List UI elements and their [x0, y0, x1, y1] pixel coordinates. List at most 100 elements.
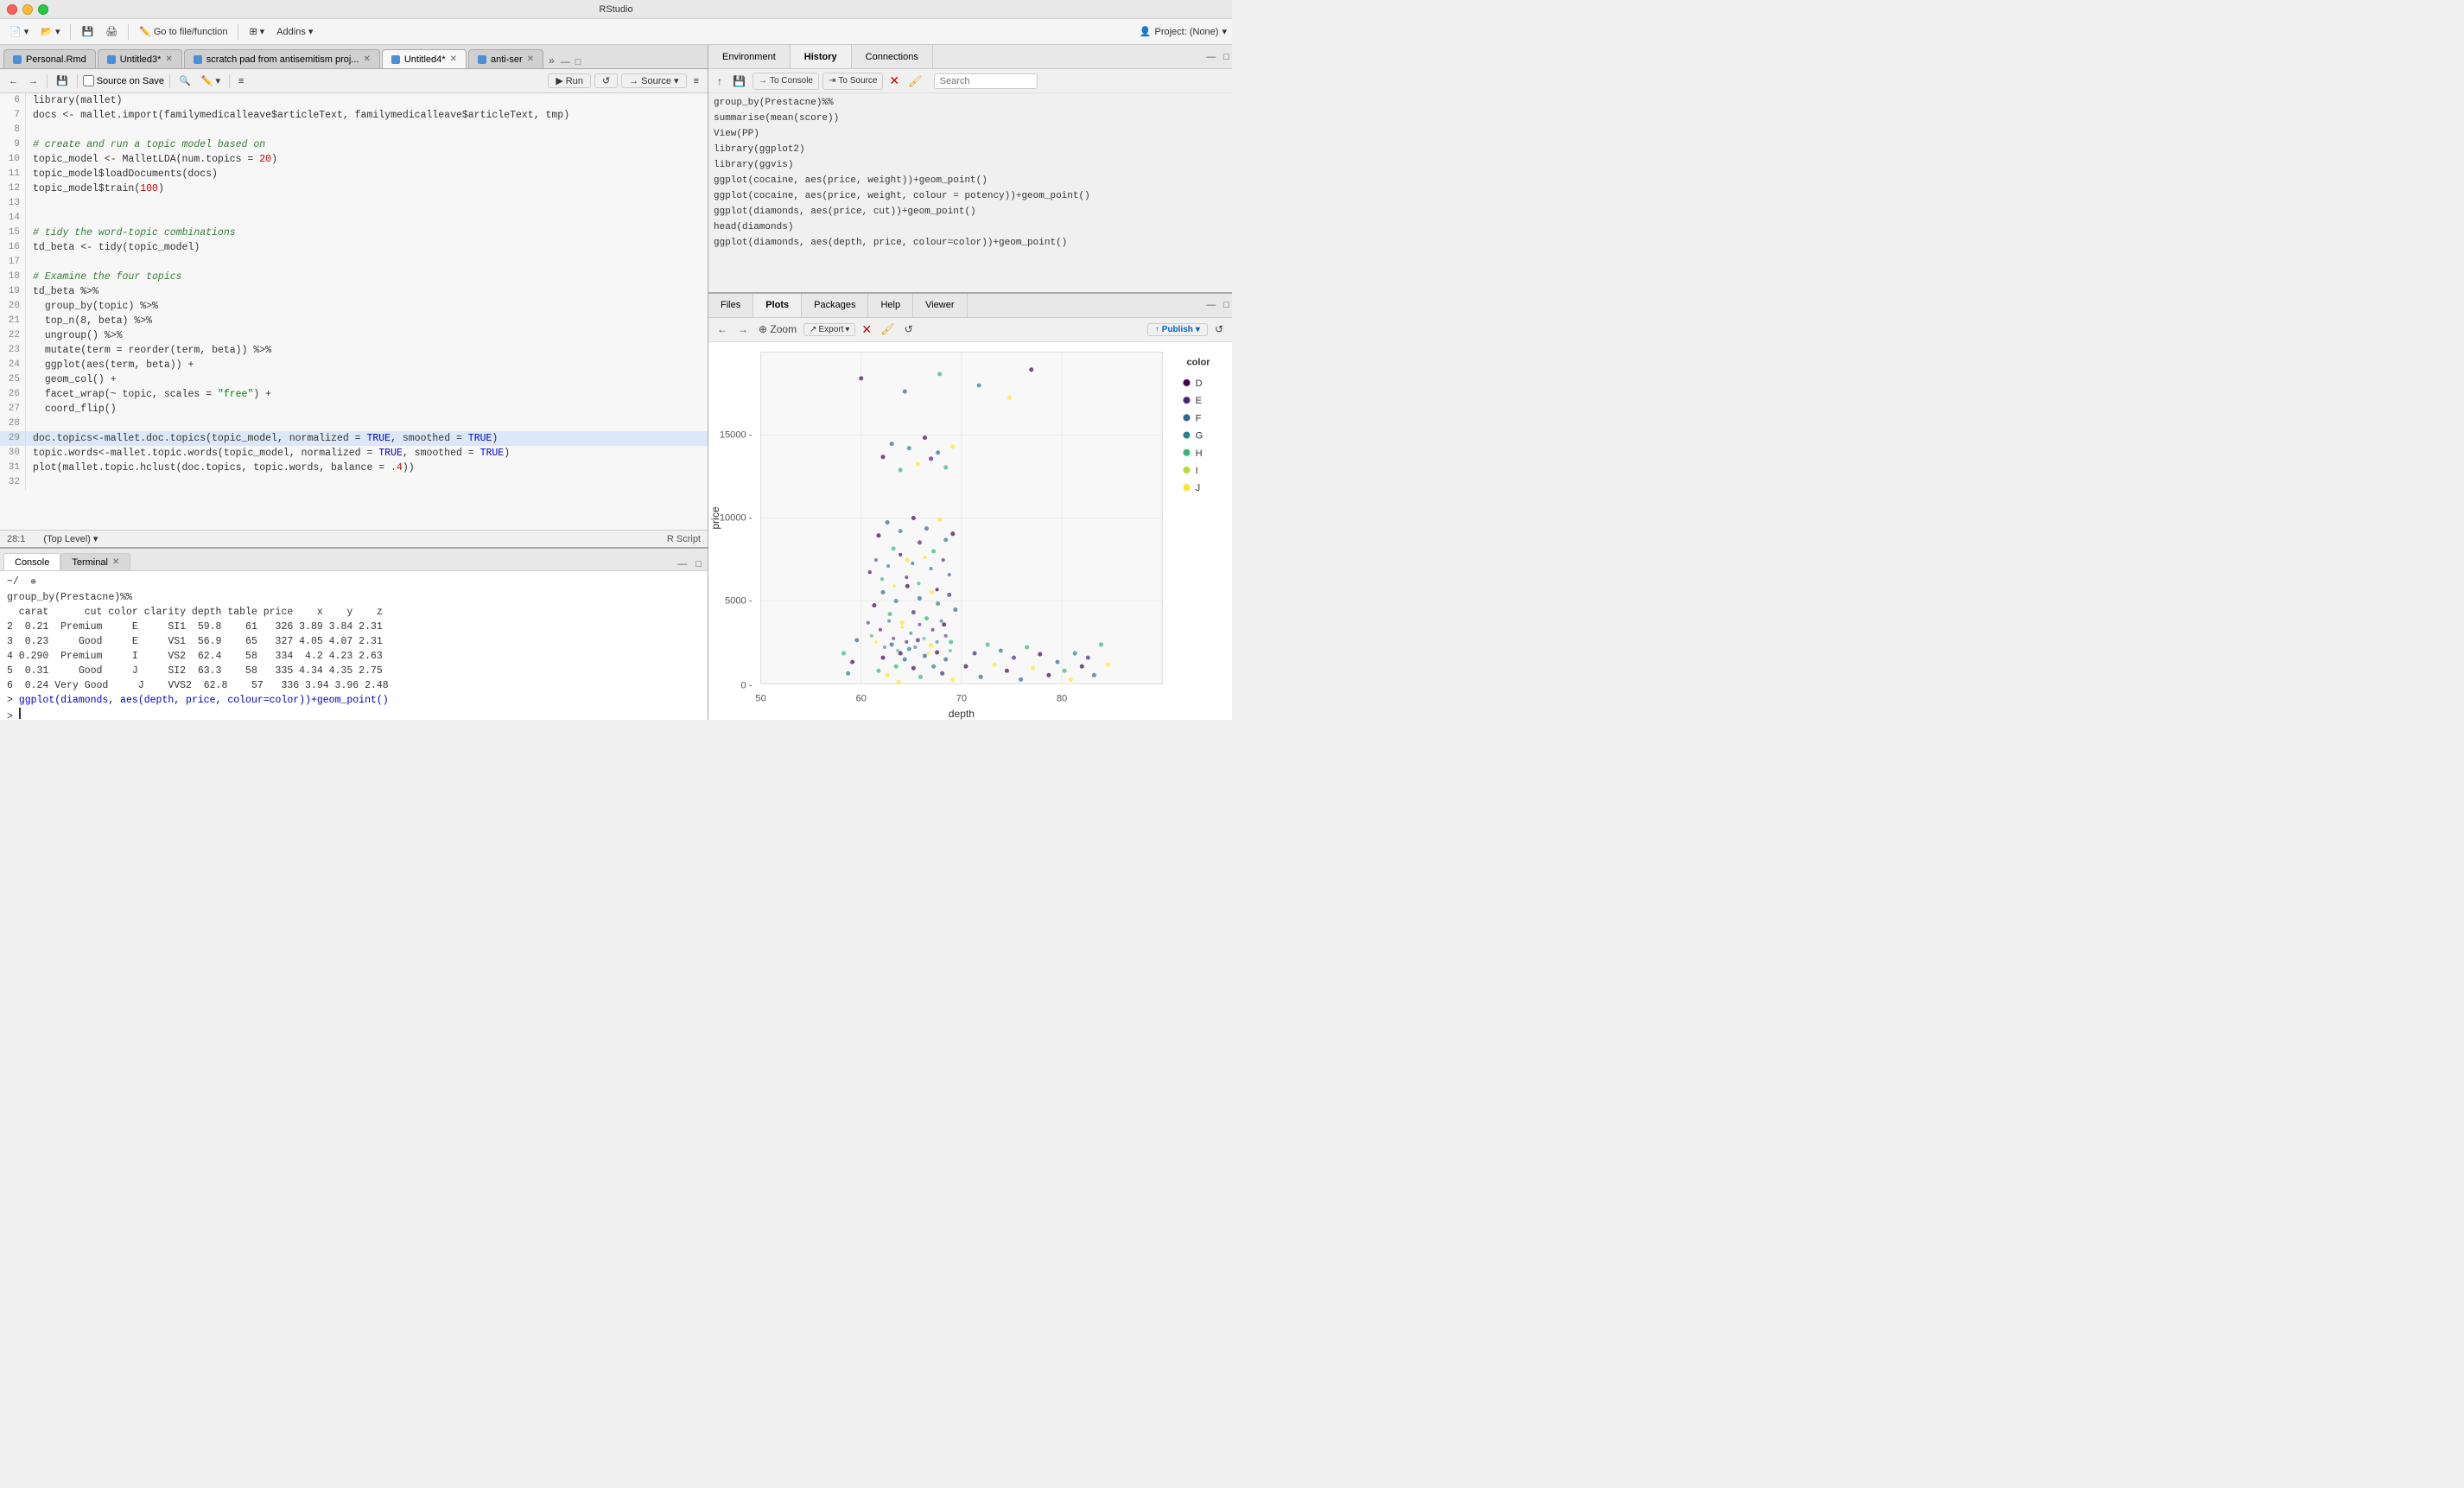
top-level-btn[interactable]: (Top Level) ▾ [39, 531, 102, 546]
tab-console[interactable]: Console [3, 553, 60, 570]
tab-overflow-btn[interactable]: » [545, 53, 558, 68]
maximize-env-btn[interactable]: □ [1221, 51, 1232, 63]
env-tab-label: Environment [722, 52, 776, 62]
zoom-btn[interactable]: ⊕ Zoom [755, 322, 800, 336]
close-window-btn[interactable] [7, 4, 17, 15]
close-anti[interactable]: ✕ [527, 54, 534, 64]
new-file-btn[interactable]: 📄 ▾ [5, 24, 33, 39]
clear-plot-btn[interactable]: ✕ [859, 322, 874, 337]
publish-btn[interactable]: ↑ Publish ▾ [1147, 323, 1208, 336]
cursor-position: 28:1 [7, 534, 25, 544]
window-controls[interactable] [7, 4, 48, 15]
console-data-2: 2 0.21 Premium E SI1 59.8 61 326 3.89 3.… [7, 620, 701, 634]
save-btn[interactable]: 💾 [77, 24, 98, 39]
plot-forward-btn[interactable]: → [734, 322, 752, 336]
tab-environment[interactable]: Environment [708, 45, 791, 68]
code-line-27: 27 coord_flip() [0, 402, 708, 417]
collapse-editor-btn[interactable]: — [558, 56, 573, 68]
export-btn[interactable]: ↗ Export ▾ [803, 323, 855, 336]
tab-history[interactable]: History [791, 45, 852, 68]
maximize-files-btn[interactable]: □ [1221, 299, 1232, 311]
tab-help[interactable]: Help [868, 294, 913, 317]
expand-editor-btn[interactable]: □ [573, 56, 584, 68]
forward-btn[interactable]: → [25, 75, 41, 87]
console-data-5: 5 0.31 Good J SI2 63.3 58 335 4.34 4.35 … [7, 664, 701, 678]
tab-scratch-pad[interactable]: scratch pad from antisemitism proj... ✕ [184, 49, 380, 68]
code-editor[interactable]: 6 library(mallet) 7 docs <- mallet.impor… [0, 93, 708, 530]
project-selector[interactable]: 👤 Project: (None) ▾ [1140, 26, 1227, 37]
terminal-tab-label: Terminal [72, 557, 108, 568]
tab-untitled4[interactable]: Untitled4* ✕ [382, 49, 467, 68]
save-all-btn[interactable]: 🖨 [101, 24, 122, 39]
save-history-btn[interactable]: 💾 [729, 74, 749, 88]
top-level-label: (Top Level) [43, 534, 90, 544]
svg-text:H: H [1196, 448, 1203, 458]
console-content[interactable]: ~/ ⊕ group_by(Prestacne)%% carat cut col… [0, 571, 708, 720]
back-btn[interactable]: ← [5, 75, 22, 87]
doc-outline-btn[interactable]: ≡ [690, 75, 702, 87]
history-search-input[interactable] [934, 73, 1038, 89]
save-doc-btn[interactable]: 💾 [53, 74, 72, 87]
code-line-7: 7 docs <- mallet.import(familymedicallea… [0, 108, 708, 123]
open-file-btn[interactable]: 📂 ▾ [36, 24, 64, 39]
tab-files[interactable]: Files [708, 294, 753, 317]
plot-back-btn[interactable]: ← [714, 322, 731, 336]
addins-btn[interactable]: Addins ▾ [272, 24, 317, 39]
tab-anti-ser[interactable]: anti-ser ✕ [468, 49, 543, 68]
tab-untitled3[interactable]: Untitled3* ✕ [98, 49, 182, 68]
to-source-label: To Source [838, 76, 877, 86]
plot-settings-btn[interactable]: ↺ [1211, 322, 1227, 336]
svg-text:D: D [1196, 378, 1203, 389]
to-console-btn[interactable]: → To Console [753, 73, 819, 90]
spellcheck-btn[interactable]: ✏️ ▾ [198, 74, 224, 87]
format-btn[interactable]: ≡ [235, 75, 247, 87]
history-content[interactable]: group_by(Prestacne)%% summarise(mean(sco… [708, 93, 1232, 292]
new-file-icon: 📄 [10, 26, 22, 37]
save-history-icon: 💾 [733, 75, 746, 87]
close-untitled3[interactable]: ✕ [165, 54, 172, 64]
zoom-icon: ⊕ [759, 323, 767, 335]
env-tab-bar: Environment History Connections — □ [708, 45, 1232, 69]
tab-viewer[interactable]: Viewer [913, 294, 967, 317]
history-line-4: library(ggplot2) [714, 142, 1227, 157]
maximize-console-btn[interactable]: □ [693, 558, 704, 570]
plot-refresh-btn[interactable]: ↺ [901, 322, 917, 336]
tab-terminal[interactable]: Terminal ✕ [60, 553, 130, 570]
close-scratch[interactable]: ✕ [363, 54, 370, 64]
code-line-12: 12 topic_model$train(100) [0, 181, 708, 196]
close-terminal[interactable]: ✕ [112, 557, 119, 567]
svg-text:color: color [1186, 357, 1210, 367]
source-btn[interactable]: → Source ▾ [621, 73, 686, 88]
rerun-icon: ↺ [602, 75, 610, 86]
fullscreen-window-btn[interactable] [38, 4, 48, 15]
history-tab-label: History [804, 52, 837, 62]
code-line-6: 6 library(mallet) [0, 93, 708, 108]
minimize-files-btn[interactable]: — [1203, 299, 1218, 311]
to-source-btn[interactable]: ⇥ To Source [822, 73, 883, 90]
minimize-window-btn[interactable] [22, 4, 33, 15]
search-btn[interactable]: 🔍 [175, 74, 194, 87]
tab-connections[interactable]: Connections [852, 45, 933, 68]
help-tab-label: Help [880, 300, 900, 310]
load-history-btn[interactable]: ↑ [714, 74, 726, 88]
source-on-save-check[interactable]: Source on Save [83, 75, 164, 86]
layout-btn[interactable]: ⊞ ▾ [244, 24, 269, 39]
tab-plots[interactable]: Plots [753, 294, 802, 317]
brush-btn[interactable]: 🖌 [905, 74, 925, 88]
close-untitled4[interactable]: ✕ [450, 54, 457, 64]
to-source-icon: ⇥ [829, 76, 835, 86]
source-checkbox-input[interactable] [83, 75, 94, 86]
tab-packages[interactable]: Packages [802, 294, 868, 317]
export-icon: ↗ [810, 325, 816, 334]
plot-brush-btn[interactable]: 🖌 [878, 322, 898, 336]
go-to-file-btn[interactable]: ✏️ Go to file/function [135, 24, 232, 39]
clear-history-btn[interactable]: ✕ [886, 73, 902, 88]
rerun-btn[interactable]: ↺ [594, 73, 618, 88]
source-label: Source [641, 76, 671, 86]
tab-personal-rmd[interactable]: Personal.Rmd [3, 49, 96, 68]
svg-text:15000 -: 15000 - [720, 429, 753, 440]
source-on-save-label: Source on Save [97, 76, 164, 86]
run-btn[interactable]: ▶ Run [548, 73, 591, 88]
minimize-env-btn[interactable]: — [1203, 51, 1218, 63]
minimize-console-btn[interactable]: — [675, 558, 689, 570]
